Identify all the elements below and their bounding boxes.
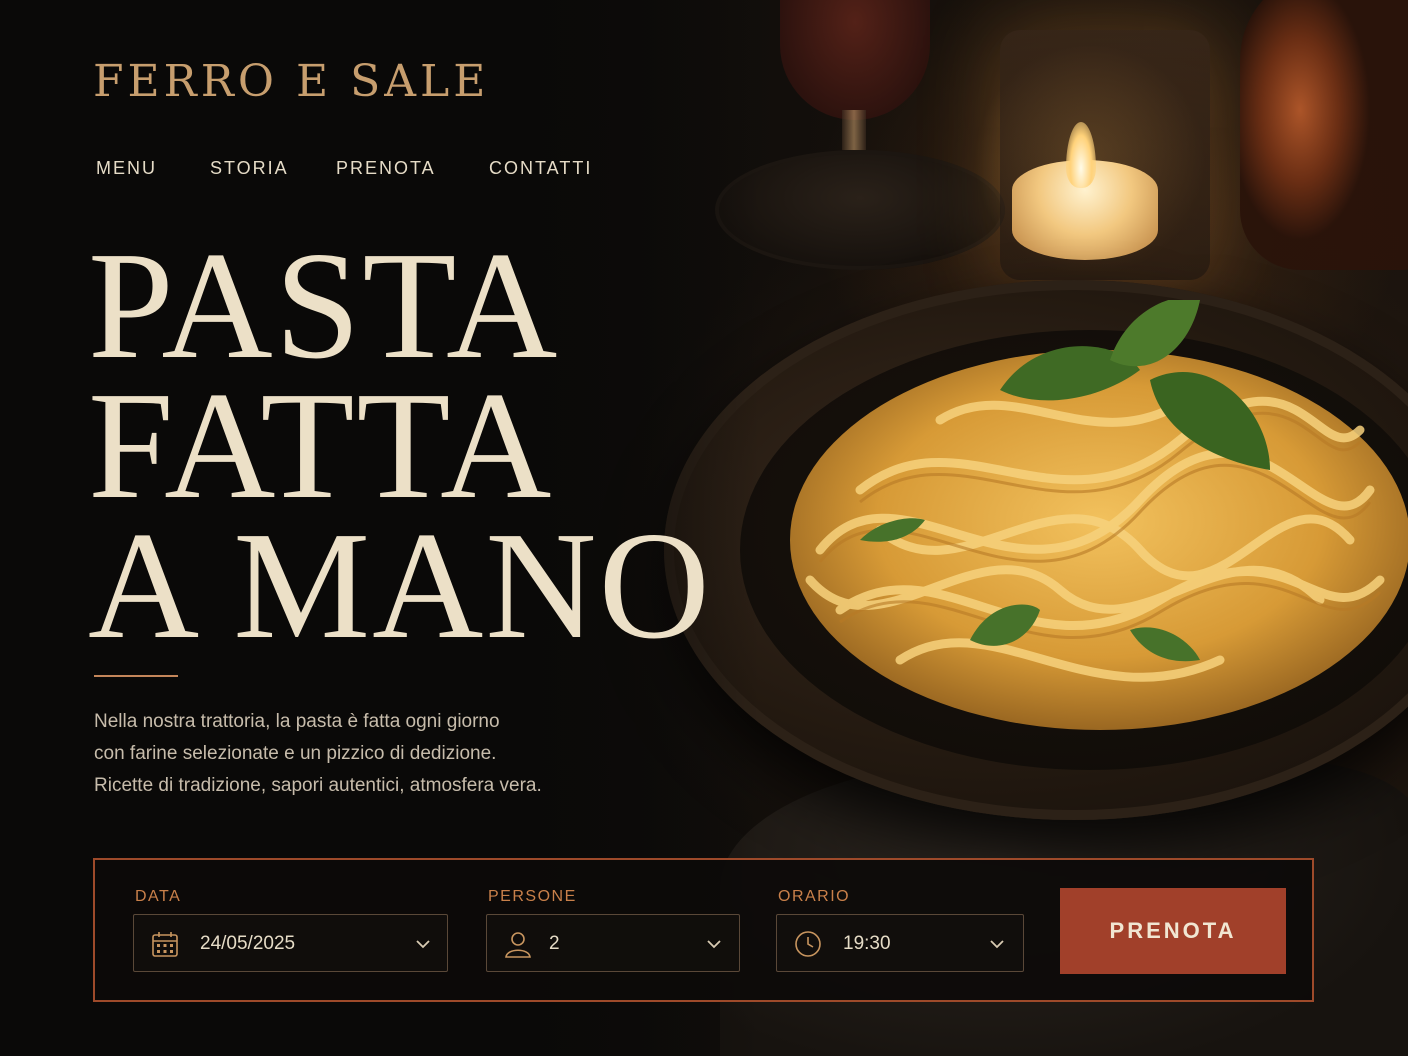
hero-intro-line: con farine selezionate e un pizzico di d… [94,743,497,764]
hero-divider [94,675,178,677]
guests-value: 2 [549,933,560,954]
guests-select[interactable]: 2 [486,914,740,972]
hero-intro-line: Ricette di tradizione, sapori autentici,… [94,775,542,796]
hero-title-line: A MANO [88,501,712,671]
chevron-down-icon [707,940,721,949]
copper-jug [1240,0,1408,270]
date-label: DATA [135,888,182,905]
time-label: ORARIO [778,888,851,905]
pasta-tagliatelle [790,300,1408,730]
chevron-down-icon [990,940,1004,949]
hero-title-line: PASTA [88,221,560,391]
nav-item-menu[interactable]: MENU [96,158,157,179]
chevron-down-icon [416,940,430,949]
person-icon [505,932,531,958]
hero-intro-line: Nella nostra trattoria, la pasta è fatta… [94,711,500,732]
date-value: 24/05/2025 [200,933,296,954]
date-select[interactable]: 24/05/2025 [133,914,448,972]
nav-item-prenota[interactable]: PRENOTA [336,158,436,179]
brand-logo[interactable]: FERRO E SALE [93,56,489,107]
wine-glass [780,0,930,120]
hero-title-line: FATTA [88,361,554,531]
hero-intro: Nella nostra trattoria, la pasta è fatta… [94,706,654,802]
nav-item-contatti[interactable]: CONTATTI [489,158,592,179]
time-value: 19:30 [843,933,891,954]
clock-icon [795,931,821,957]
reserve-button[interactable]: PRENOTA [1060,888,1286,974]
booking-form: DATA 24/05/2025 PERSONE 2 ORARIO 19:30 P… [93,858,1314,1002]
time-select[interactable]: 19:30 [776,914,1024,972]
wine-glass-stem [842,110,866,150]
guests-label: PERSONE [488,888,577,905]
hero-title: PASTA FATTA A MANO [88,221,728,671]
nav-item-storia[interactable]: STORIA [210,158,289,179]
calendar-icon [152,932,178,957]
